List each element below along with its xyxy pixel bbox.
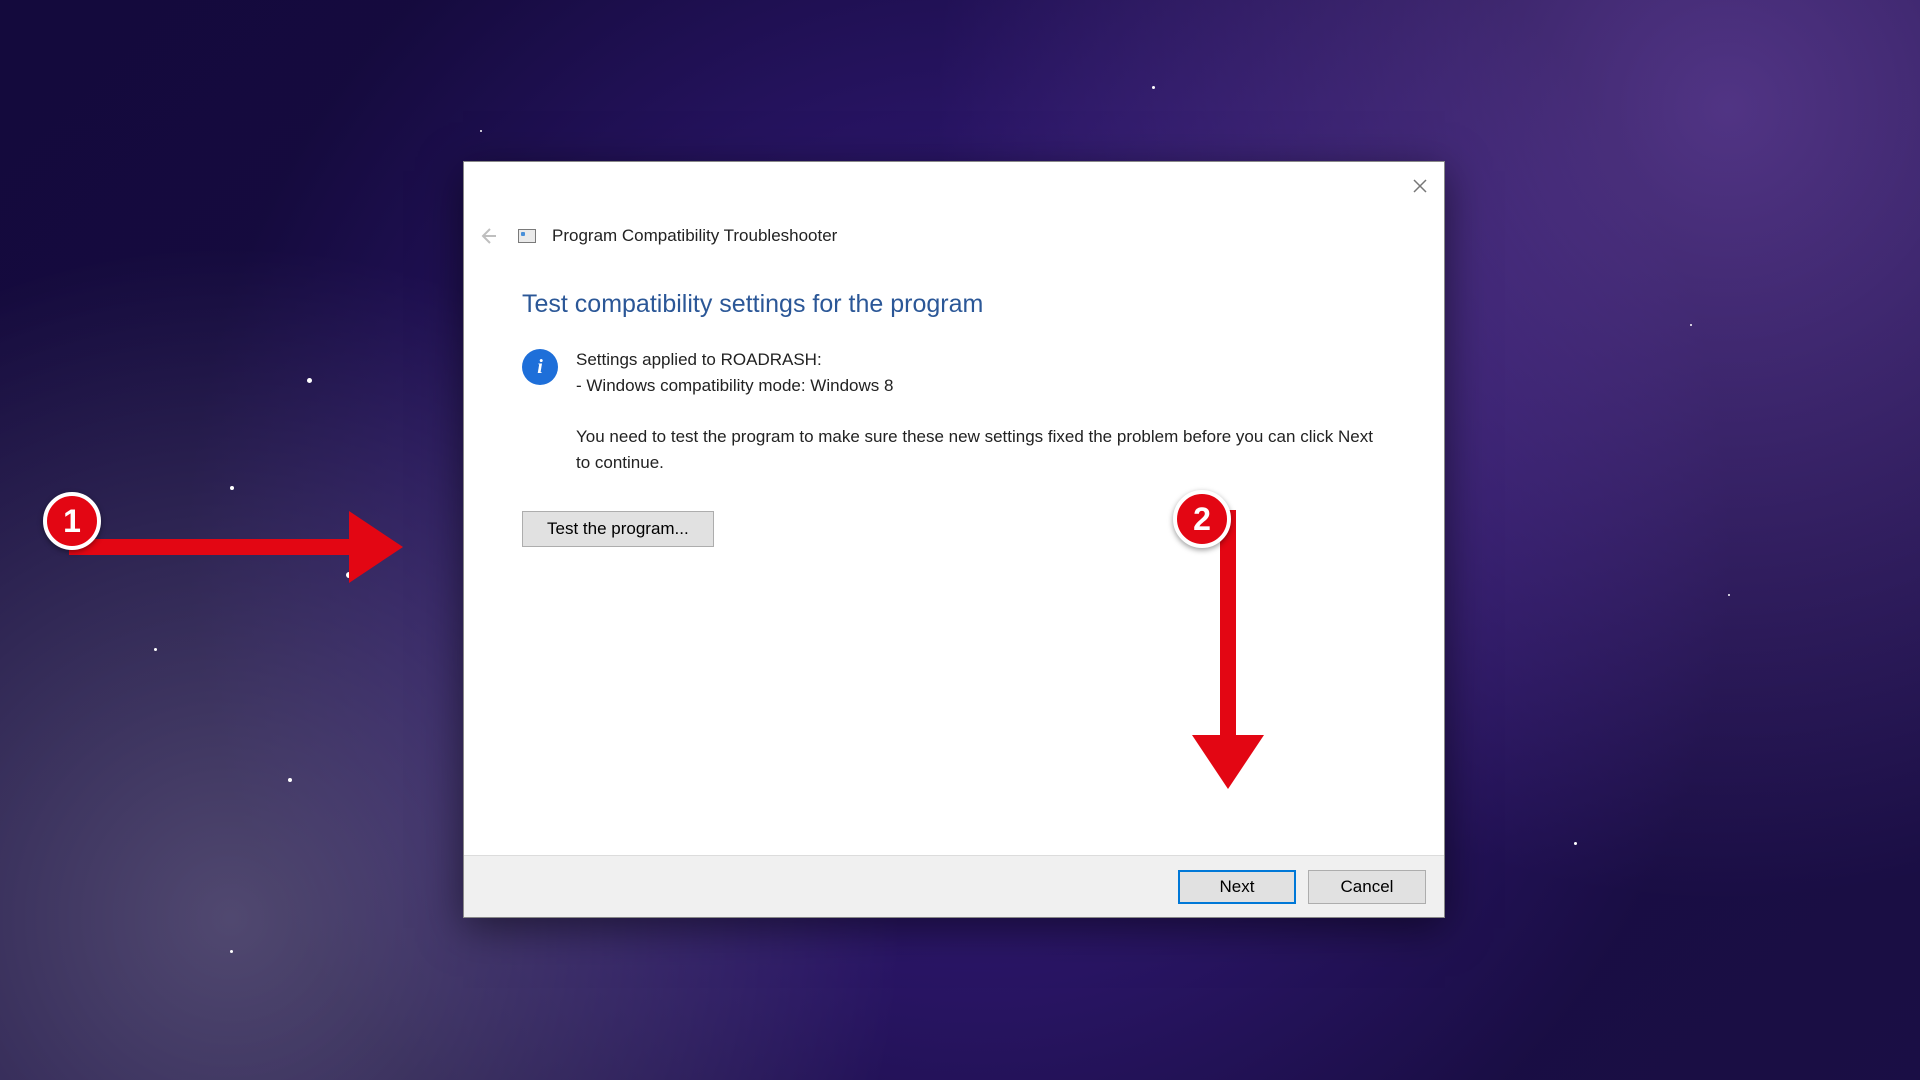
footer-bar: Next Cancel <box>464 855 1444 917</box>
troubleshooter-window: Program Compatibility Troubleshooter Tes… <box>463 161 1445 918</box>
info-row: i Settings applied to ROADRASH: - Window… <box>522 347 1386 398</box>
desktop-background: Program Compatibility Troubleshooter Tes… <box>0 0 1920 1080</box>
test-program-button[interactable]: Test the program... <box>522 511 714 547</box>
info-text: Settings applied to ROADRASH: - Windows … <box>576 347 893 398</box>
annotation-arrow-1 <box>69 511 403 583</box>
close-button[interactable] <box>1404 170 1436 202</box>
annotation-badge-1: 1 <box>43 492 101 550</box>
titlebar <box>464 162 1444 210</box>
back-button[interactable] <box>474 222 502 250</box>
compatibility-mode-line: - Windows compatibility mode: Windows 8 <box>576 373 893 399</box>
window-title: Program Compatibility Troubleshooter <box>552 226 837 246</box>
page-heading: Test compatibility settings for the prog… <box>522 290 1386 319</box>
instruction-text: You need to test the program to make sur… <box>576 424 1376 475</box>
cancel-button[interactable]: Cancel <box>1308 870 1426 904</box>
back-arrow-icon <box>478 226 498 246</box>
troubleshooter-icon <box>516 225 538 247</box>
next-button[interactable]: Next <box>1178 870 1296 904</box>
close-icon <box>1413 179 1427 193</box>
header-row: Program Compatibility Troubleshooter <box>464 210 1444 250</box>
content-area: Test compatibility settings for the prog… <box>464 250 1444 547</box>
settings-applied-line: Settings applied to ROADRASH: <box>576 347 893 373</box>
info-icon: i <box>522 349 558 385</box>
